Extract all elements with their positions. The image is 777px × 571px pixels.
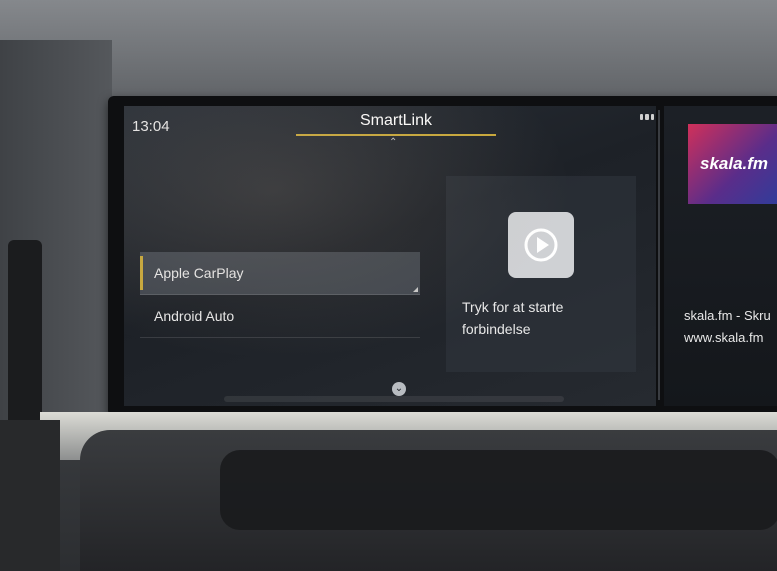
station-logo[interactable]: skala.fm xyxy=(688,124,777,204)
connect-panel[interactable]: Tryk for at starte forbindelse xyxy=(446,176,636,372)
menu-item-android-auto[interactable]: Android Auto xyxy=(140,295,420,338)
air-vent xyxy=(8,240,42,440)
storage-tray xyxy=(80,430,777,571)
dashboard-top xyxy=(0,0,777,110)
smartlink-menu: Apple CarPlay Android Auto xyxy=(140,252,420,338)
title-underline xyxy=(296,134,496,136)
menu-item-label: Android Auto xyxy=(154,308,235,324)
clock: 13:04 xyxy=(132,118,170,135)
screen-divider xyxy=(658,110,660,400)
carplay-play-icon[interactable] xyxy=(508,212,574,278)
connect-instruction: Tryk for at starte forbindelse xyxy=(462,299,564,337)
station-url: www.skala.fm xyxy=(684,330,764,345)
chevron-up-icon[interactable]: ⌃ xyxy=(389,137,397,148)
chevron-down-icon[interactable]: ⌄ xyxy=(392,382,406,396)
page-title: SmartLink xyxy=(359,112,433,129)
station-logo-text: skala.fm xyxy=(700,154,769,173)
tray-recess xyxy=(220,450,777,530)
radio-screen: skala.fm skala.fm - Skru www.skala.fm xyxy=(664,106,777,406)
infotainment-screen: 13:04 SmartLink ⌃ Apple CarPlay Android … xyxy=(124,106,656,406)
menu-item-apple-carplay[interactable]: Apple CarPlay xyxy=(140,252,420,295)
station-info: skala.fm - Skru xyxy=(684,308,771,323)
dashboard-left-edge xyxy=(0,420,60,571)
menu-item-label: Apple CarPlay xyxy=(154,265,244,281)
dashboard-left-panel xyxy=(0,40,112,440)
bottom-handle xyxy=(224,396,564,402)
status-indicator-icon xyxy=(640,114,654,120)
